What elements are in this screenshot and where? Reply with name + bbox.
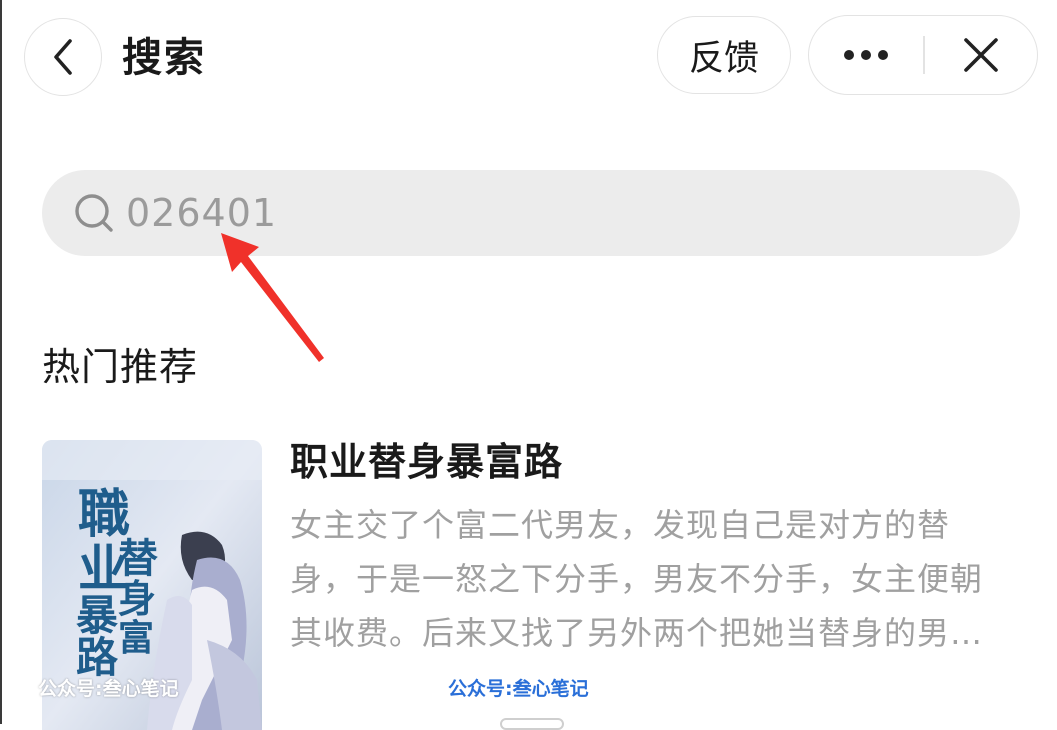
close-icon (964, 37, 998, 72)
more-dots-icon (844, 49, 888, 60)
more-button[interactable] (809, 16, 923, 93)
watermark-text: 公众号:叁心笔记 (38, 678, 179, 700)
close-button[interactable] (925, 16, 1037, 93)
svg-text:富: 富 (118, 617, 154, 659)
svg-text:替: 替 (118, 535, 158, 582)
book-description: 女主交了个富二代男友，发现自己是对方的替身，于是一怒之下分手，男友不分手，女主便… (290, 506, 984, 652)
svg-text:身: 身 (118, 576, 156, 621)
page-title: 搜索 (122, 35, 206, 81)
search-input[interactable] (126, 183, 986, 243)
next-item-stub (500, 718, 564, 730)
search-bar[interactable] (42, 170, 1020, 256)
back-button[interactable] (24, 18, 102, 96)
left-edge-rule (0, 0, 2, 724)
book-title[interactable]: 职业替身暴富路 (290, 438, 563, 486)
section-title-hot-recommend: 热门推荐 (42, 345, 199, 389)
search-icon (75, 194, 113, 232)
feedback-button[interactable]: 反馈 (657, 16, 791, 94)
menu-capsule (808, 15, 1038, 95)
chevron-left-icon (54, 39, 72, 75)
watermark-text: 公众号:叁心笔记 (448, 678, 589, 700)
